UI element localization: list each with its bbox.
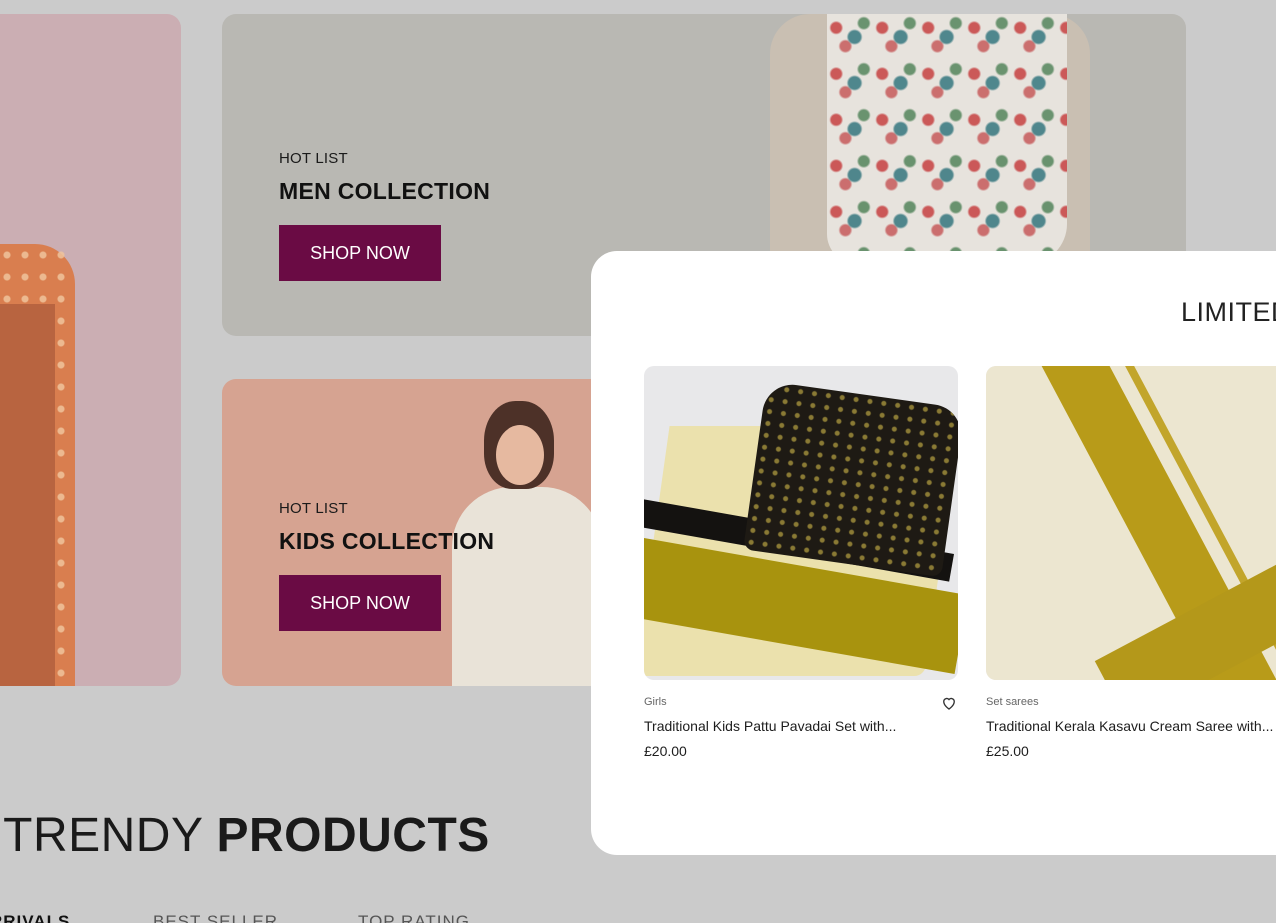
tab-top-rating[interactable]: TOP RATING [358,912,470,923]
product-card[interactable]: Girls Traditional Kids Pattu Pavadai Set… [644,366,958,759]
product-price: £20.00 [644,743,687,759]
product-card[interactable]: Set sarees Traditional Kerala Kasavu Cre… [986,366,1276,759]
kids-shop-now-button[interactable]: SHOP NOW [279,575,441,631]
section-title: R TRENDY PRODUCTS [0,808,490,863]
product-title[interactable]: Traditional Kerala Kasavu Cream Saree wi… [986,718,1273,734]
men-banner-title: MEN COLLECTION [279,178,491,204]
men-banner-kicker: HOT LIST [279,150,348,167]
heart-icon[interactable] [940,694,958,712]
panel-heading: LIMITED [1181,297,1276,327]
saree-drape-shadow [0,304,55,686]
product-category: Girls [644,696,667,708]
product-category: Set sarees [986,696,1039,708]
product-title[interactable]: Traditional Kids Pattu Pavadai Set with.… [644,718,896,734]
product-image[interactable] [644,366,958,680]
tab-new-arrivals[interactable]: RRIVALS [0,912,70,923]
product-price: £25.00 [986,743,1029,759]
limited-products-panel: LIMITED Girls Traditional Kids Pattu Pav… [591,251,1276,855]
section-title-prefix: R TRENDY [0,809,203,862]
section-title-bold: PRODUCTS [216,809,490,862]
banner-women[interactable] [0,14,181,686]
men-shawl-image [827,14,1067,264]
men-shop-now-button[interactable]: SHOP NOW [279,225,441,281]
kids-banner-title: KIDS COLLECTION [279,528,495,554]
tab-best-seller[interactable]: BEST SELLER [153,912,278,923]
kids-banner-kicker: HOT LIST [279,500,348,517]
product-tabs: RRIVALS BEST SELLER TOP RATING [0,912,1276,923]
product-image[interactable] [986,366,1276,680]
